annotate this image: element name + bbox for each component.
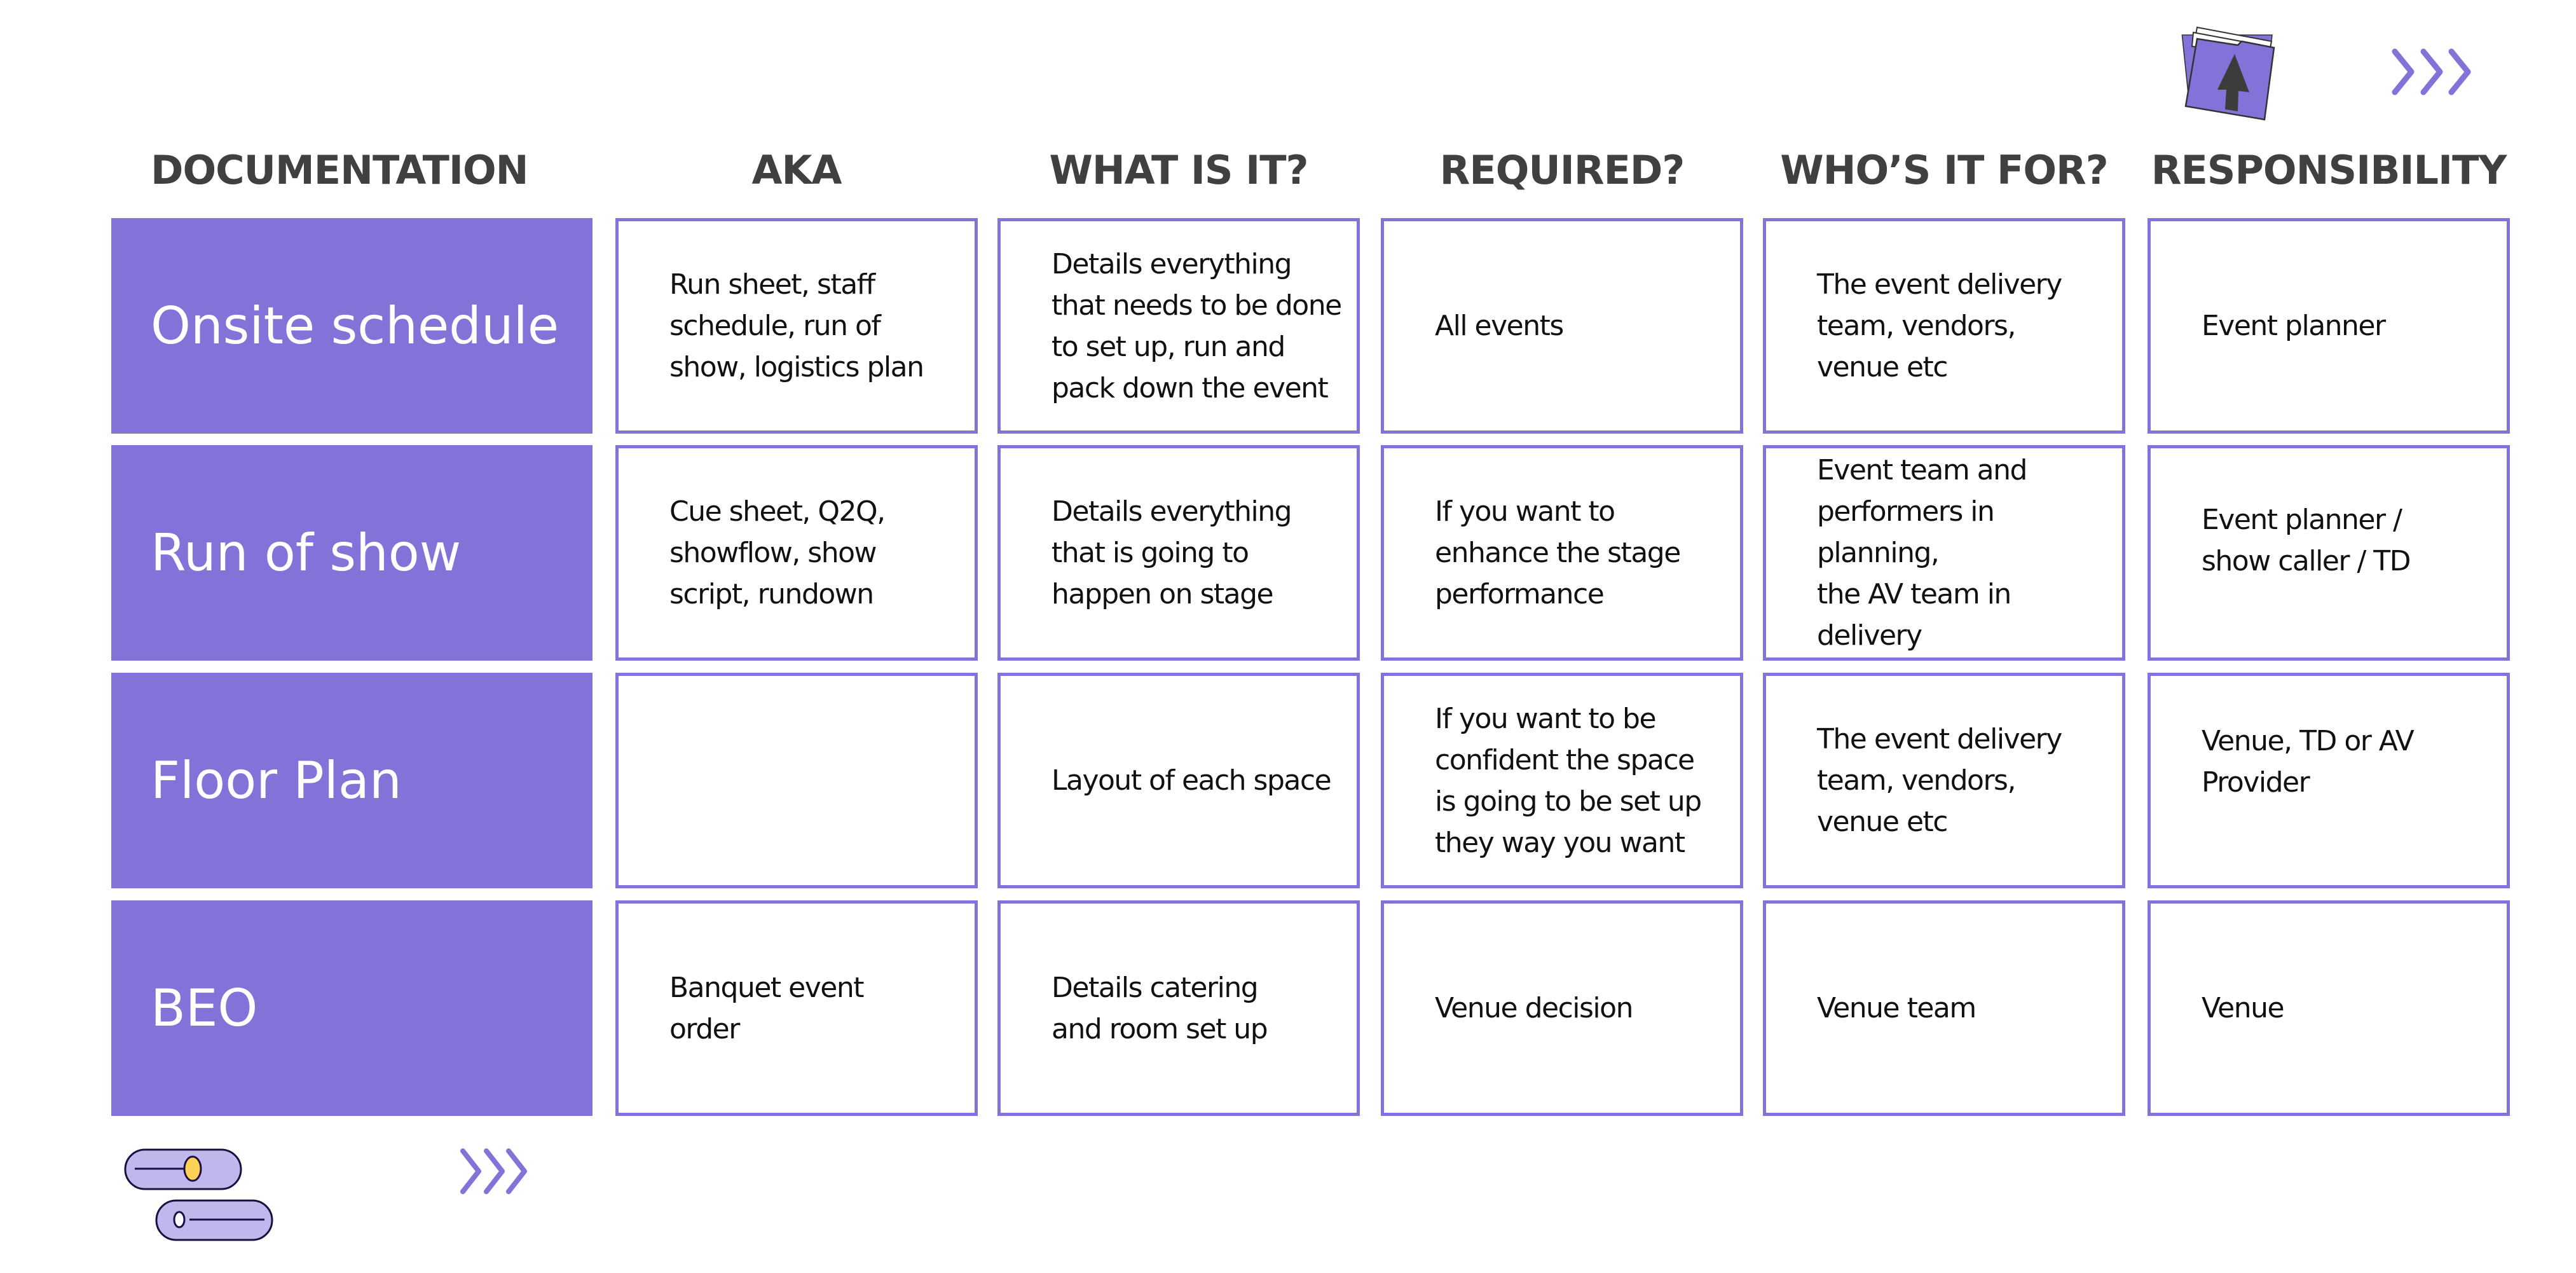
table-cell-aka: Cue sheet, Q2Q, showflow, show script, r…	[615, 445, 978, 661]
column-header-documentation: DOCUMENTATION	[151, 147, 529, 193]
table-cell-aka: Banquet event order	[615, 900, 978, 1116]
column-header-responsibility: RESPONSIBILITY	[2151, 147, 2507, 193]
row-floor-plan-title: Floor Plan	[111, 673, 593, 888]
row-beo-title: BEO	[111, 900, 593, 1116]
table-cell-responsibility: Venue, TD or AV Provider	[2148, 673, 2510, 888]
row-onsite-schedule-title: Onsite schedule	[111, 218, 593, 434]
table-cell-what: Details everything that needs to be done…	[997, 218, 1360, 434]
sliders-icon	[124, 1148, 273, 1241]
table-cell-required: All events	[1381, 218, 1743, 434]
column-header-required: REQUIRED?	[1439, 147, 1685, 193]
column-header-what-is-it: WHAT IS IT?	[1049, 147, 1309, 193]
table-cell-who: Venue team	[1763, 900, 2125, 1116]
table-cell-responsibility: Event planner / show caller / TD	[2148, 445, 2510, 661]
table-cell-what: Details catering and room set up	[997, 900, 1360, 1116]
table-cell-who: The event delivery team, vendors, venue …	[1763, 673, 2125, 888]
chevrons-right-icon	[460, 1148, 527, 1194]
table-cell-what: Layout of each space	[997, 673, 1360, 888]
column-header-whos-it-for: WHO’S IT FOR?	[1780, 147, 2108, 193]
upload-folder-icon	[2181, 26, 2275, 121]
table-cell-who: The event delivery team, vendors, venue …	[1763, 218, 2125, 434]
column-header-aka: AKA	[751, 147, 842, 193]
row-run-of-show-title: Run of show	[111, 445, 593, 661]
table-cell-who: Event team and performers in planning, t…	[1763, 445, 2125, 661]
table-cell-responsibility: Venue	[2148, 900, 2510, 1116]
table-cell-aka	[615, 673, 978, 888]
table-cell-aka: Run sheet, staff schedule, run of show, …	[615, 218, 978, 434]
table-cell-what: Details everything that is going to happ…	[997, 445, 1360, 661]
table-cell-required: If you want to be confident the space is…	[1381, 673, 1743, 888]
chevrons-right-icon	[2392, 48, 2471, 95]
table-cell-required: If you want to enhance the stage perform…	[1381, 445, 1743, 661]
table-cell-responsibility: Event planner	[2148, 218, 2510, 434]
table-cell-required: Venue decision	[1381, 900, 1743, 1116]
